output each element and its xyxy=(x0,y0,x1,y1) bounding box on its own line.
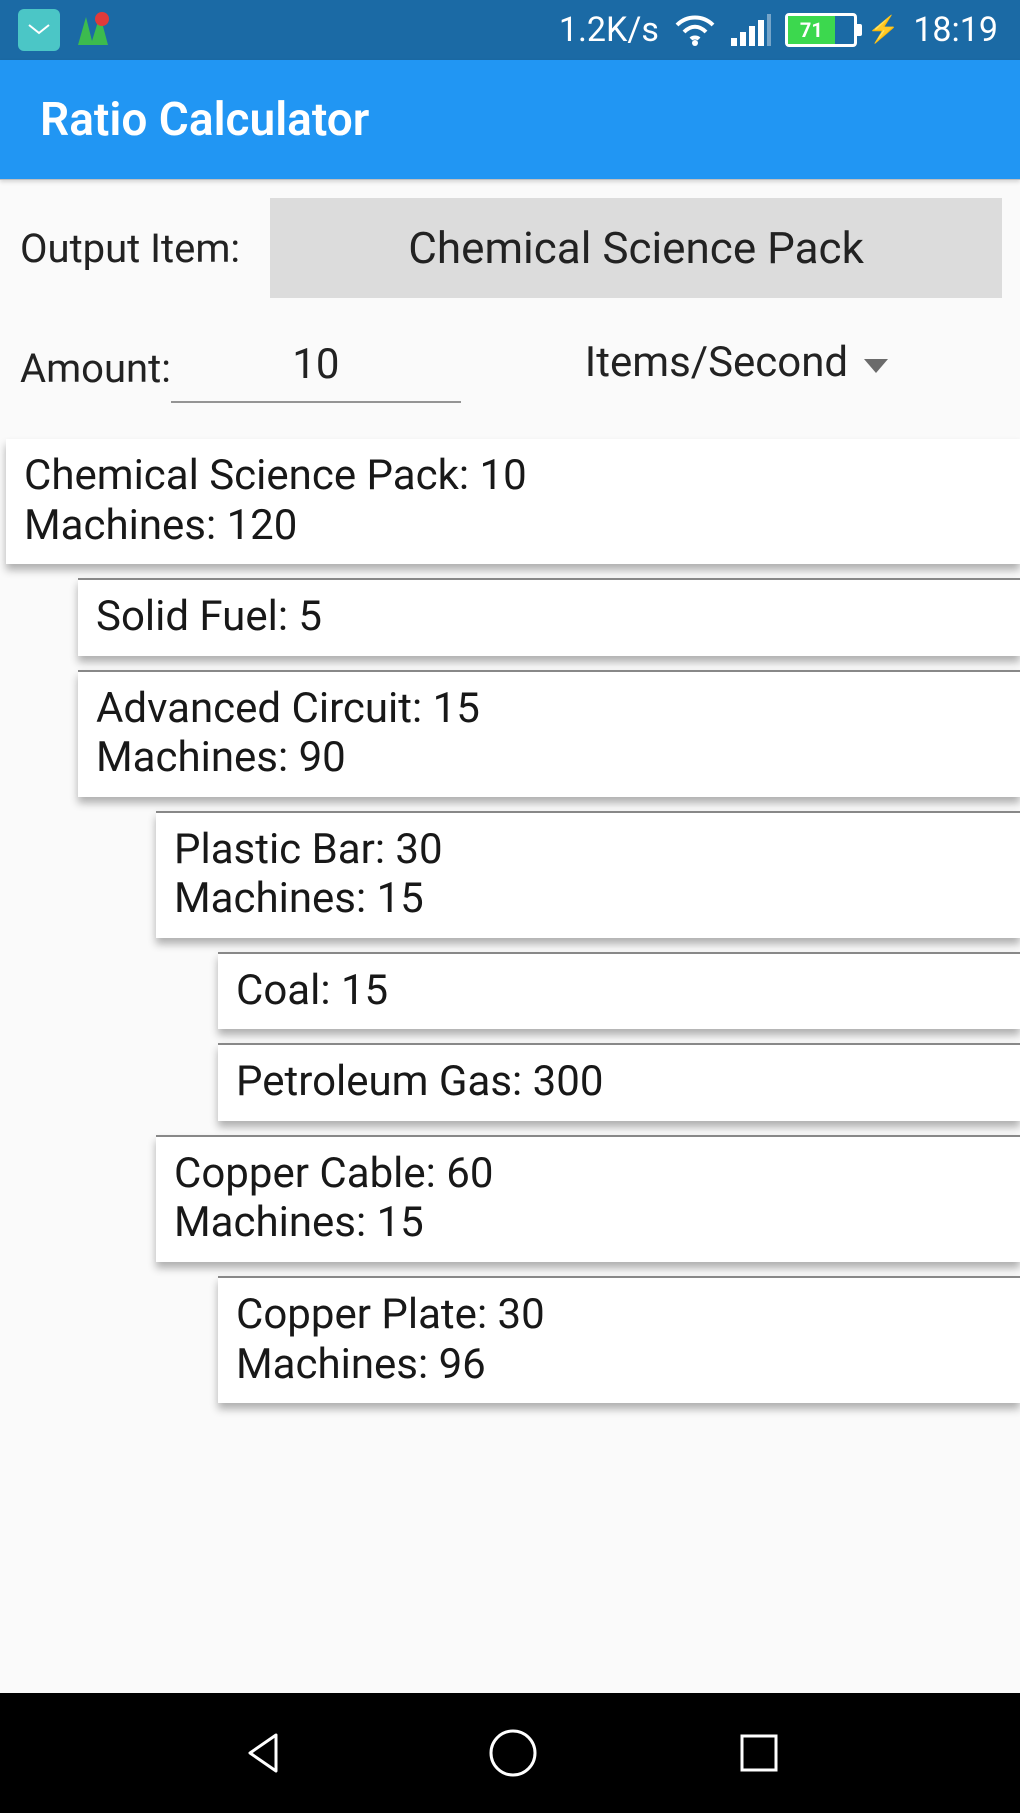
tree-line: Machines: 15 xyxy=(174,1198,1002,1248)
app-title: Ratio Calculator xyxy=(40,93,369,147)
tree-node-root[interactable]: Chemical Science Pack: 10 Machines: 120 xyxy=(6,439,1020,564)
tree-node-copper-cable[interactable]: Copper Cable: 60 Machines: 15 xyxy=(156,1135,1020,1262)
tree-line: Advanced Circuit: 15 xyxy=(96,684,1002,734)
tree-line: Copper Plate: 30 xyxy=(236,1290,1002,1340)
form-area: Output Item: Chemical Science Pack Amoun… xyxy=(0,180,1020,433)
amount-label: Amount: xyxy=(18,345,171,392)
app-bar: Ratio Calculator xyxy=(0,60,1020,180)
status-left xyxy=(18,9,114,51)
recent-apps-button[interactable] xyxy=(734,1728,784,1778)
tree-node-petroleum-gas[interactable]: Petroleum Gas: 300 xyxy=(218,1043,1020,1121)
amount-row: Amount: Items/Second xyxy=(18,334,1002,403)
result-tree: Chemical Science Pack: 10 Machines: 120 … xyxy=(0,433,1020,1403)
home-button[interactable] xyxy=(485,1725,541,1781)
amount-input[interactable] xyxy=(171,334,461,403)
battery-icon: 71 xyxy=(785,13,857,47)
maps-icon xyxy=(72,9,114,51)
tree-node-plastic-bar[interactable]: Plastic Bar: 30 Machines: 15 xyxy=(156,811,1020,938)
tree-node-advanced-circuit[interactable]: Advanced Circuit: 15 Machines: 90 xyxy=(78,670,1020,797)
tree-line: Chemical Science Pack: 10 xyxy=(24,451,1002,501)
navigation-bar xyxy=(0,1693,1020,1813)
notification-icon xyxy=(18,9,60,51)
data-rate: 1.2K/s xyxy=(559,10,659,50)
tree-node-copper-plate[interactable]: Copper Plate: 30 Machines: 96 xyxy=(218,1276,1020,1403)
back-button[interactable] xyxy=(236,1725,292,1781)
output-item-label: Output Item: xyxy=(18,225,240,272)
unit-select-value: Items/Second xyxy=(585,338,848,387)
tree-line: Solid Fuel: 5 xyxy=(96,592,1002,642)
tree-line: Coal: 15 xyxy=(236,966,1002,1016)
tree-line: Copper Cable: 60 xyxy=(174,1149,1002,1199)
tree-line: Petroleum Gas: 300 xyxy=(236,1057,1002,1107)
output-row: Output Item: Chemical Science Pack xyxy=(18,198,1002,298)
clock: 18:19 xyxy=(913,10,998,50)
tree-node-solid-fuel[interactable]: Solid Fuel: 5 xyxy=(78,578,1020,656)
tree-line: Machines: 120 xyxy=(24,501,1002,551)
signal-icon xyxy=(731,14,771,46)
tree-line: Machines: 96 xyxy=(236,1340,1002,1390)
tree-line: Plastic Bar: 30 xyxy=(174,825,1002,875)
charging-icon: ⚡ xyxy=(867,15,899,45)
battery-level: 71 xyxy=(788,16,835,44)
unit-select[interactable]: Items/Second xyxy=(471,338,1002,399)
tree-line: Machines: 90 xyxy=(96,733,1002,783)
chevron-down-icon xyxy=(864,359,888,373)
wifi-icon xyxy=(673,13,717,47)
status-right: 1.2K/s 71 ⚡ 18:19 xyxy=(559,10,998,50)
tree-node-coal[interactable]: Coal: 15 xyxy=(218,952,1020,1030)
status-bar: 1.2K/s 71 ⚡ 18:19 xyxy=(0,0,1020,60)
tree-line: Machines: 15 xyxy=(174,874,1002,924)
output-item-button[interactable]: Chemical Science Pack xyxy=(270,198,1002,298)
